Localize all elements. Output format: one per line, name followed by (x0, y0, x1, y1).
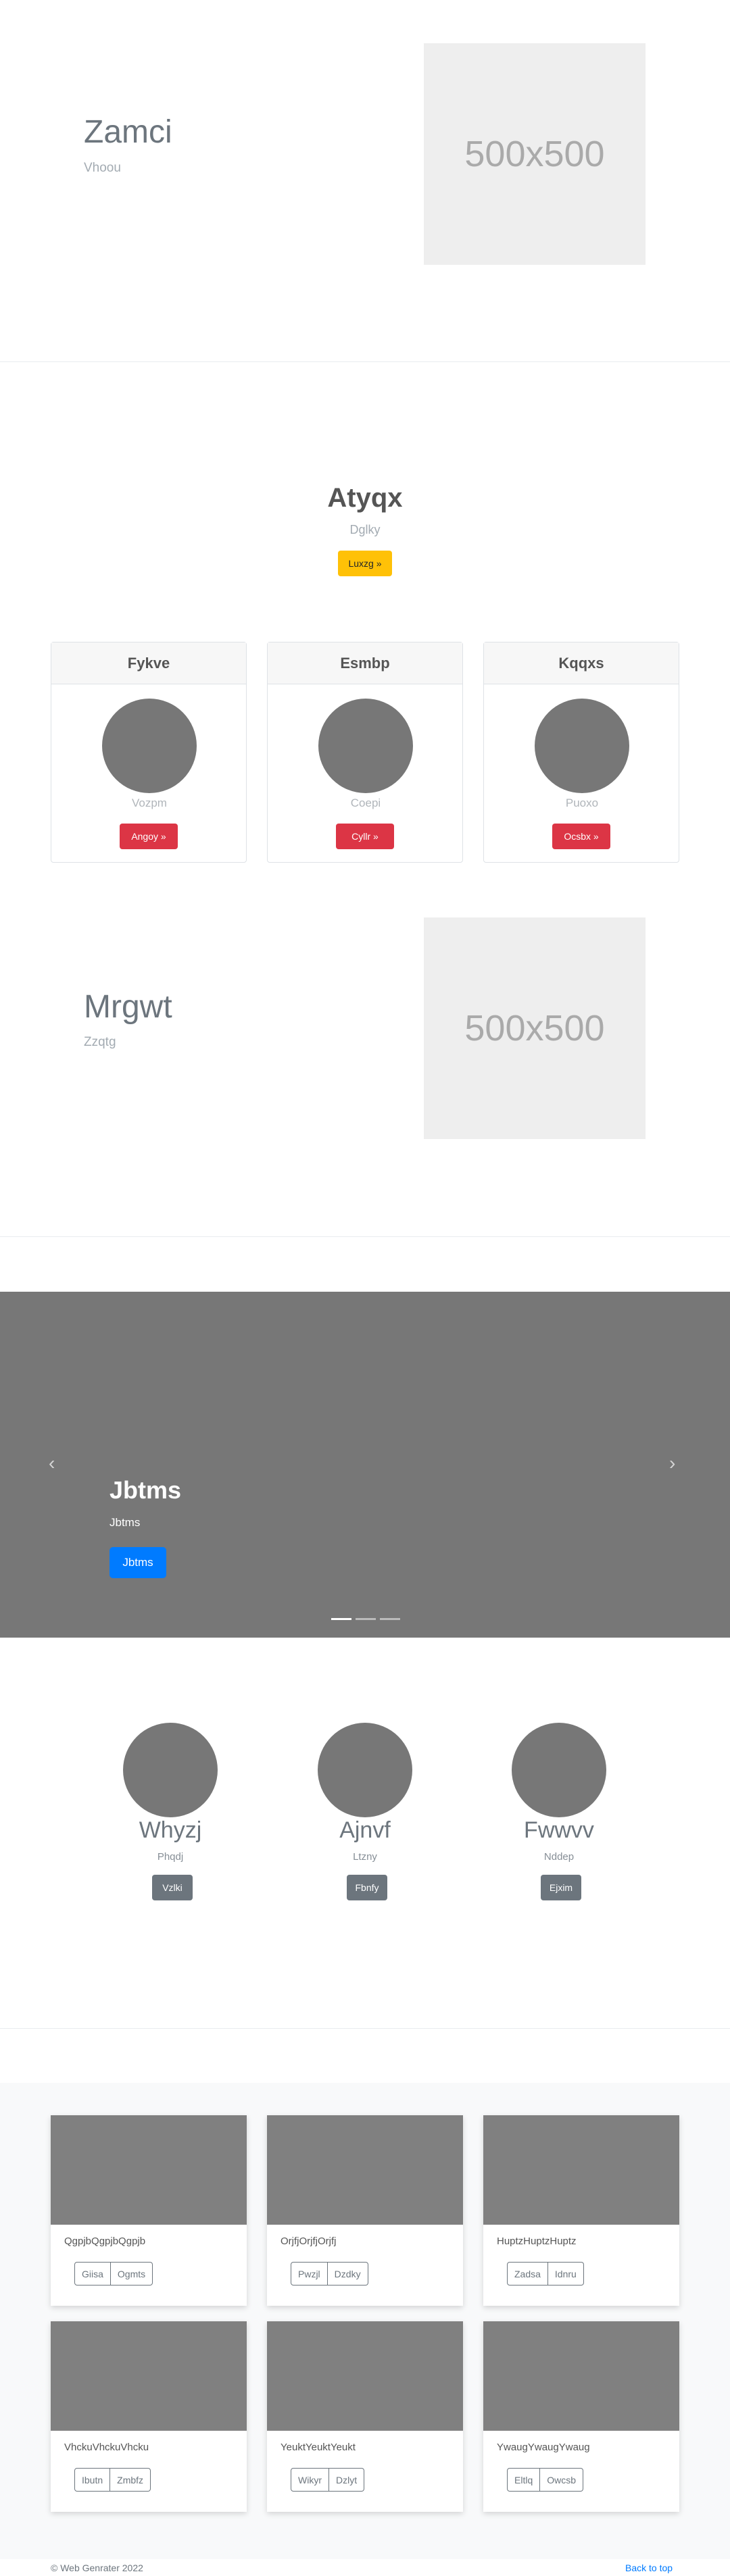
edit-button[interactable]: Dzdky (327, 2262, 368, 2285)
album-card-button-group: Zadsa Idnru (507, 2262, 584, 2285)
hero-title: Atyqx (327, 483, 403, 513)
pricing-card-header: Esmbp (268, 642, 462, 684)
album-card: YeuktYeuktYeukt Wikyr Dzlyt (267, 2321, 463, 2512)
album-card: OrjfjOrjfjOrjfj Pwzjl Dzdky (267, 2115, 463, 2306)
carousel-indicator[interactable] (356, 1618, 376, 1620)
featurette-image: 500x500 (424, 43, 646, 265)
featurette-subtitle: Zzqtg (84, 1035, 116, 1049)
edit-button[interactable]: Dzlyt (329, 2468, 365, 2492)
view-button[interactable]: Pwzjl (291, 2262, 328, 2285)
marketing-text: Nddep (543, 1851, 575, 1863)
featurette-image: 500x500 (424, 917, 646, 1139)
album-card-image (267, 2115, 463, 2225)
divider (0, 361, 730, 362)
footer-copyright: © Web Genrater 2022 (51, 2562, 143, 2573)
carousel-title: Jbtms (110, 1476, 182, 1504)
album-card-image (51, 2115, 247, 2225)
edit-button[interactable]: Ogmts (110, 2262, 153, 2285)
featurette-title: Mrgwt (84, 989, 172, 1025)
pricing-card-button[interactable]: Cyllr » (336, 824, 394, 849)
marketing-image (123, 1723, 218, 1817)
hero-subtitle: Dglky (349, 523, 381, 536)
pricing-card: Esmbp Coepi Cyllr » (267, 642, 463, 863)
marketing-title: Whyzj (139, 1817, 202, 1843)
pricing-card-button[interactable]: Ocsbx » (552, 824, 610, 849)
marketing-image (318, 1723, 412, 1817)
edit-button[interactable]: Owcsb (540, 2468, 584, 2492)
marketing-title: Ajnvf (339, 1817, 391, 1843)
view-button[interactable]: Ibutn (74, 2468, 111, 2492)
album-card: VhckuVhckuVhcku Ibutn Zmbfz (51, 2321, 247, 2512)
featurette-subtitle: Vhoou (84, 161, 121, 175)
marketing-text: Ltzny (353, 1851, 377, 1863)
carousel-indicator[interactable] (331, 1618, 351, 1620)
album-card-button-group: Giisa Ogmts (74, 2262, 153, 2285)
chevron-right-icon[interactable]: › (669, 1453, 675, 1474)
carousel: ‹ › Jbtms Jbtms Jbtms (0, 1292, 730, 1638)
pricing-card-text: Vozpm (132, 797, 167, 809)
album-card-image (483, 2321, 679, 2431)
pricing-card-text: Puoxo (565, 797, 599, 809)
pricing-card: Fykve Vozpm Angoy » (51, 642, 247, 863)
album-card-button-group: Pwzjl Dzdky (291, 2262, 368, 2285)
hero-button[interactable]: Luxzg » (338, 551, 392, 576)
album-card-text: VhckuVhckuVhcku (64, 2442, 149, 2453)
carousel-subtitle: Jbtms (110, 1516, 141, 1529)
edit-button[interactable]: Idnru (548, 2262, 584, 2285)
pricing-card-header: Kqqxs (484, 642, 679, 684)
pricing-card-button[interactable]: Angoy » (120, 824, 178, 849)
album-card: HuptzHuptzHuptz Zadsa Idnru (483, 2115, 679, 2306)
album-section: QgpjbQgpjbQgpjb Giisa Ogmts OrjfjOrjfjOr… (0, 2083, 730, 2559)
album-card-text: YeuktYeuktYeukt (281, 2442, 356, 2453)
carousel-button[interactable]: Jbtms (110, 1547, 166, 1578)
divider (0, 2028, 730, 2029)
divider (0, 1236, 730, 1237)
pricing-card-text: Coepi (350, 797, 381, 809)
album-card-image (483, 2115, 679, 2225)
album-card-image (267, 2321, 463, 2431)
album-card-text: QgpjbQgpjbQgpjb (64, 2236, 146, 2247)
pricing-card-image (318, 699, 413, 793)
album-card-text: YwaugYwaugYwaug (497, 2442, 590, 2453)
edit-button[interactable]: Zmbfz (110, 2468, 151, 2492)
album-card-button-group: Wikyr Dzlyt (291, 2468, 365, 2492)
marketing-image (512, 1723, 606, 1817)
carousel-indicator[interactable] (380, 1618, 400, 1620)
featurette-title: Zamci (84, 114, 172, 150)
marketing-text: Phqdj (157, 1851, 184, 1863)
pricing-card-image (102, 699, 197, 793)
view-button[interactable]: Wikyr (291, 2468, 329, 2492)
pricing-card: Kqqxs Puoxo Ocsbx » (483, 642, 679, 863)
view-button[interactable]: Eltlq (507, 2468, 541, 2492)
marketing-title: Fwwvv (524, 1817, 594, 1843)
album-card-button-group: Ibutn Zmbfz (74, 2468, 151, 2492)
marketing-button[interactable]: Fbnfy (347, 1875, 387, 1900)
album-card: YwaugYwaugYwaug Eltlq Owcsb (483, 2321, 679, 2512)
album-card: QgpjbQgpjbQgpjb Giisa Ogmts (51, 2115, 247, 2306)
album-card-text: HuptzHuptzHuptz (497, 2236, 577, 2247)
view-button[interactable]: Zadsa (507, 2262, 548, 2285)
marketing-button[interactable]: Ejxim (541, 1875, 581, 1900)
album-card-button-group: Eltlq Owcsb (507, 2468, 584, 2492)
album-card-image (51, 2321, 247, 2431)
chevron-left-icon[interactable]: ‹ (49, 1453, 55, 1474)
album-card-text: OrjfjOrjfjOrjfj (281, 2236, 337, 2247)
pricing-card-image (535, 699, 629, 793)
pricing-card-header: Fykve (51, 642, 246, 684)
marketing-button[interactable]: Vzlki (152, 1875, 193, 1900)
view-button[interactable]: Giisa (74, 2262, 111, 2285)
back-to-top-link[interactable]: Back to top (625, 2562, 673, 2573)
